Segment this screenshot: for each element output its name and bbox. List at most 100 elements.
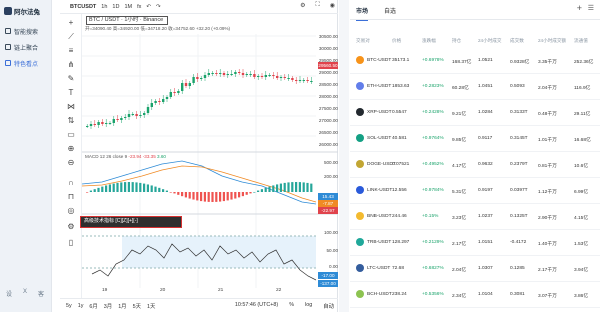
range-1m[interactable]: 1月 [118,302,126,310]
cell-turnover: 2.90千万 [538,216,557,221]
market-row[interactable]: BCH-USDT 238.24 +0.5356% 2.34亿 1.0104 0.3081 3… [350,282,600,308]
cell-cap: 252.36亿 [574,60,594,65]
magnet-icon[interactable]: ∩ [66,178,76,188]
macd-value: -23.94 [128,154,142,159]
indicator-settings-icon[interactable]: ⚙ [66,222,76,232]
col-price[interactable]: 价格 [392,38,401,44]
market-row[interactable]: TRB-USDT 128.297 +0.2129% 2.17亿 1.0151 -0.417… [350,230,600,256]
candle [295,80,298,81]
market-row[interactable]: XRP-USDT 0.5547 +0.2428% 9.21亿 1.0284 0.3133T… [350,100,600,126]
market-row[interactable]: DOGE-USDT 0.07521 +0.4952% 4.17亿 0.9632 0.237… [350,152,600,178]
cell-trades: 0.9328亿 [510,60,530,65]
chart-scrollbar[interactable] [339,0,349,312]
cell-cap: 29.11亿 [574,112,591,117]
range-3m[interactable]: 3月 [104,302,112,310]
service-icon[interactable]: 客 [38,289,44,298]
gear-icon[interactable]: ⚙ [300,2,305,9]
symbol-search[interactable]: BTCUSDT [70,4,96,10]
ruler-icon[interactable]: ▭ [66,130,76,140]
indicator-tooltip[interactable]: 高级技术指标 [C][Z][+][-] [80,216,182,228]
tab-market[interactable]: 市场 [356,6,369,21]
col-change[interactable]: 涨跌幅 [422,38,436,44]
tab-watchlist[interactable]: 自选 [384,6,396,15]
range-5y[interactable]: 5y [66,303,72,309]
fullscreen-icon[interactable]: ⛶ [316,2,320,9]
macd-bar [234,192,237,199]
cell-oi: 9.85亿 [452,138,467,143]
price-tick: 29000.00 [318,70,338,75]
time-tick: 22 [276,288,282,293]
fork-icon[interactable]: ⋔ [66,60,76,70]
col-pair[interactable]: 交易对 [356,38,370,44]
zoom-out-icon[interactable]: ⊖ [66,158,76,168]
camera-icon[interactable]: ◉ [330,2,335,9]
pattern-icon[interactable]: ⋈ [66,102,76,112]
trash-icon[interactable]: ▯ [66,238,76,248]
price-axis[interactable]: 30500.00 30000.00 29500.00 29000.00 2850… [318,34,338,147]
candle [287,78,290,79]
app-logo[interactable]: 阿尔法兔 [4,6,40,16]
nav-item-search[interactable]: 智能搜索 [0,24,52,38]
market-row[interactable]: SOL-USDT 40.581 +0.9764% 9.85亿 0.9117 0.3145T… [350,126,600,152]
x-icon[interactable]: X [23,289,27,298]
col-cap[interactable]: 流通值 [574,38,588,44]
market-row[interactable]: BNB-USDT 244.46 +0.15% 3.23亿 1.0237 0.1325T 2.… [350,204,600,230]
add-icon[interactable]: + [577,3,582,13]
market-row[interactable]: LTC-USDT 72.68 +0.6827% 2.04亿 1.0307 0.1285 2.… [350,256,600,282]
candle [268,75,271,76]
redo-button[interactable]: ↷ [156,4,161,10]
cell-trades: 0.5093 [510,84,525,89]
auto-toggle[interactable]: 自动 [323,302,334,310]
nav-item-features[interactable]: 特色看点 [0,56,52,70]
time-tick: 20 [160,288,166,293]
col-trades[interactable]: 成交数 [510,38,524,44]
last-price-tag: 29560.50 [318,62,338,69]
trendline-icon[interactable]: ⟋ [66,32,76,42]
chart-plot-area[interactable]: BTC / USDT · 1小时 · Binance 开=34090.40 高=… [82,14,338,298]
col-oi[interactable]: 持仓 [452,38,461,44]
price-tick: 30500.00 [318,34,338,39]
undo-button[interactable]: ↶ [146,4,151,10]
range-5d[interactable]: 5天 [133,302,141,310]
text-icon[interactable]: T [66,88,76,98]
nav-item-onchain[interactable]: 链上聚合 [0,40,52,54]
indicators-button[interactable]: fx [137,4,141,10]
range-1d[interactable]: 1天 [147,302,155,310]
candle [253,74,256,77]
horizontal-line-icon[interactable]: ≡ [66,46,76,56]
interval-1d[interactable]: 1D [112,4,119,10]
percent-toggle[interactable]: % [289,302,294,310]
zoom-in-icon[interactable]: ⊕ [66,144,76,154]
rsi-tick: 50.00 [326,248,339,253]
col-turnover[interactable]: 24小时成交额 [538,38,566,44]
cell-price: 72.68 [392,266,405,271]
menu-icon[interactable]: ☰ [588,4,594,12]
candle [184,83,188,86]
lock-icon[interactable]: ⊓ [66,192,76,202]
range-6m[interactable]: 6月 [89,302,97,310]
col-vol[interactable]: 24小时成交 [478,38,502,44]
macd-bar [112,183,115,192]
candle [116,119,119,120]
cell-oi: 2.04亿 [452,268,467,273]
cell-price: 35173.1 [392,58,410,63]
market-row[interactable]: BTC-USDT 35173.1 +0.6978% 168.37亿 1.0521 0.93… [350,48,600,74]
coin-icon [356,290,364,298]
brush-icon[interactable]: ✎ [66,74,76,84]
prediction-icon[interactable]: ⇅ [66,116,76,126]
market-row[interactable]: LINK-USDT 12.556 +0.9784% 5.31亿 0.9197 0.0397… [350,178,600,204]
cell-turnover: 3.07千万 [538,294,557,299]
log-toggle[interactable]: log [305,302,312,310]
range-1y[interactable]: 1y [78,303,84,309]
macd-bar [86,192,89,193]
market-row[interactable]: ETH-USDT 1853.63 +0.2823% 60.28亿 1.0451 0.509… [350,74,600,100]
clock-readout[interactable]: 10:57:46 (UTC+8) [235,302,278,310]
cell-pair: TRB-USDT [367,240,392,245]
macd-bar [139,182,142,192]
settings-icon[interactable]: 设 [6,289,12,298]
crosshair-icon[interactable]: + [66,18,76,28]
eye-icon[interactable]: ◎ [66,206,76,216]
interval-1m[interactable]: 1M [124,4,132,10]
macd-bar [158,187,161,192]
interval-1h[interactable]: 1h [101,4,107,10]
